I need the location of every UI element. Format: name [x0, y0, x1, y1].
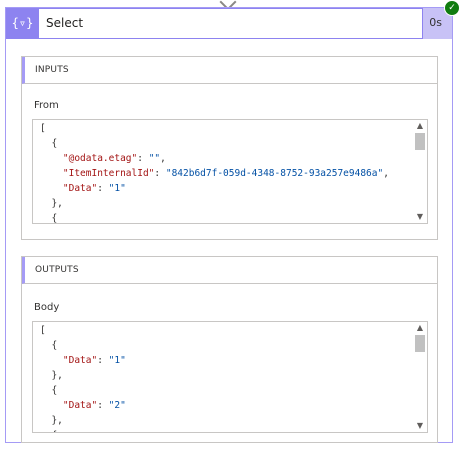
- json-key: "@odata.etag": [62, 153, 138, 164]
- json-value: "2": [108, 400, 126, 411]
- json-value: "842b6d7f-059d-4348-8752-93a257e9486a": [165, 168, 384, 179]
- json-punctuation: :: [97, 355, 109, 366]
- scroll-up-arrow-icon[interactable]: ▲: [415, 323, 425, 333]
- inputs-line: {: [40, 136, 389, 151]
- scroll-down-arrow-icon[interactable]: ▼: [415, 212, 425, 222]
- outputs-line: },: [40, 368, 126, 383]
- outputs-section: OUTPUTS Body [ { "Data": "1" }, { "Data"…: [21, 256, 438, 443]
- json-punctuation: ,: [383, 168, 389, 179]
- json-punctuation: {: [40, 430, 57, 432]
- inputs-line: {: [40, 211, 389, 224]
- json-punctuation: },: [40, 198, 63, 209]
- inputs-line: },: [40, 196, 389, 211]
- body-label: Body: [34, 302, 60, 313]
- json-punctuation: ,: [160, 153, 166, 164]
- inputs-line: "ItemInternalId": "842b6d7f-059d-4348-87…: [40, 166, 389, 181]
- json-punctuation: :: [97, 183, 109, 194]
- action-duration: 0s: [429, 16, 442, 29]
- json-punctuation: {: [40, 213, 58, 224]
- scroll-down-arrow-icon[interactable]: ▼: [415, 421, 425, 431]
- json-punctuation: :: [154, 168, 166, 179]
- from-json-content: [ { "@odata.etag": "", "ItemInternalId":…: [40, 121, 389, 224]
- json-value: "1": [108, 355, 126, 366]
- body-json-box[interactable]: [ { "Data": "1" }, { "Data": "2" }, { ▲ …: [32, 321, 428, 433]
- scroll-up-arrow-icon[interactable]: ▲: [415, 121, 425, 131]
- from-scrollbar[interactable]: ▲ ▼: [413, 120, 427, 223]
- inputs-line: "Data": "1": [40, 181, 389, 196]
- json-value: "": [148, 153, 161, 164]
- outputs-line: "Data": "2": [40, 398, 126, 413]
- json-punctuation: [40, 183, 63, 194]
- body-scrollbar[interactable]: ▲ ▼: [413, 322, 427, 432]
- inputs-line: [: [40, 121, 389, 136]
- body-json-content: [ { "Data": "1" }, { "Data": "2" }, {: [40, 323, 126, 432]
- from-label: From: [34, 100, 59, 111]
- json-punctuation: [40, 355, 63, 366]
- json-key: "Data": [62, 400, 98, 411]
- scroll-thumb[interactable]: [415, 133, 425, 150]
- json-punctuation: [: [40, 325, 46, 336]
- json-punctuation: :: [137, 153, 149, 164]
- scroll-thumb[interactable]: [415, 335, 425, 352]
- outputs-line: [: [40, 323, 126, 338]
- flow-run-view: {▿} Select 0s INPUTS From [ { "@odata.et…: [0, 0, 469, 458]
- outputs-line: {: [40, 383, 126, 398]
- json-punctuation: },: [40, 370, 63, 381]
- json-punctuation: {: [40, 138, 58, 149]
- json-punctuation: [40, 168, 63, 179]
- json-punctuation: :: [97, 400, 109, 411]
- json-key: "ItemInternalId": [62, 168, 155, 179]
- outputs-section-title: OUTPUTS: [35, 265, 79, 275]
- success-check-icon: ✓: [444, 0, 460, 16]
- json-punctuation: [40, 153, 63, 164]
- outputs-line: {: [40, 428, 126, 432]
- inputs-section-title: INPUTS: [35, 65, 69, 75]
- outputs-line: "Data": "1": [40, 353, 126, 368]
- json-punctuation: },: [40, 415, 63, 426]
- json-punctuation: {: [40, 340, 58, 351]
- json-key: "Data": [62, 355, 98, 366]
- from-json-box[interactable]: [ { "@odata.etag": "", "ItemInternalId":…: [32, 119, 428, 224]
- json-punctuation: [: [40, 123, 46, 134]
- action-header[interactable]: {▿} Select 0s: [6, 8, 452, 39]
- inputs-section-header[interactable]: INPUTS: [22, 57, 437, 84]
- action-title-box[interactable]: Select: [39, 8, 423, 39]
- json-value: "1": [108, 183, 126, 194]
- action-card: {▿} Select 0s INPUTS From [ { "@odata.et…: [5, 7, 453, 443]
- inputs-section: INPUTS From [ { "@odata.etag": "", "Item…: [21, 56, 438, 240]
- json-punctuation: {: [40, 385, 58, 396]
- outputs-line: },: [40, 413, 126, 428]
- select-curly-braces-icon: {▿}: [6, 8, 39, 39]
- outputs-line: {: [40, 338, 126, 353]
- inputs-line: "@odata.etag": "",: [40, 151, 389, 166]
- outputs-section-header[interactable]: OUTPUTS: [22, 257, 437, 284]
- json-punctuation: [40, 400, 63, 411]
- json-key: "Data": [62, 183, 98, 194]
- action-title: Select: [46, 16, 84, 30]
